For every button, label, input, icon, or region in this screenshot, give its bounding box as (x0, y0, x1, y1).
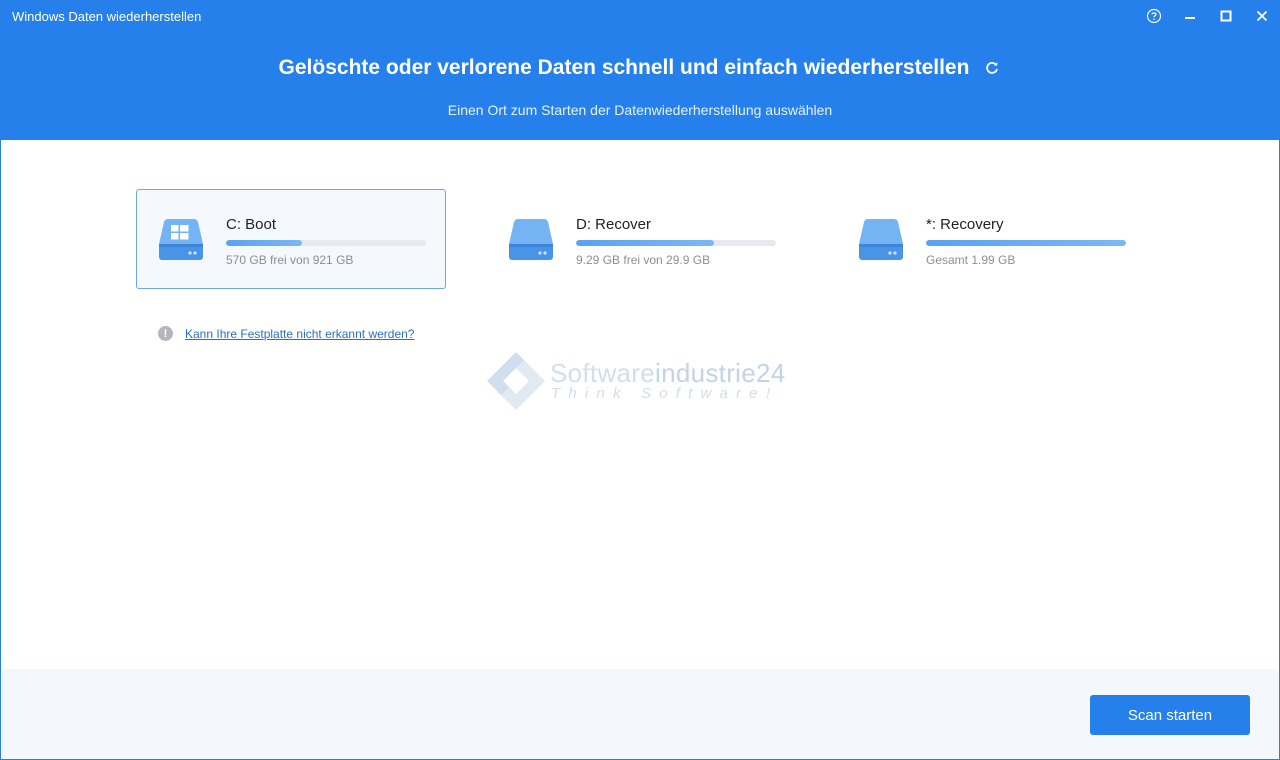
page-subtitle: Einen Ort zum Starten der Datenwiederher… (447, 102, 833, 118)
drive-name: *: Recovery (926, 216, 1004, 233)
drive-card-recovery[interactable]: *: Recovery Gesamt 1.99 GB (836, 189, 1146, 289)
info-icon: ! (158, 326, 173, 341)
drive-card-c[interactable]: C: Boot 570 GB frei von 921 GB (136, 189, 446, 289)
page-title: Gelöschte oder verlorene Daten schnell u… (278, 56, 970, 79)
header-banner: Windows Daten wiederherstellen Gelöschte… (1, 1, 1279, 140)
refresh-icon[interactable] (983, 59, 1001, 77)
drive-capacity: 9.29 GB frei von 29.9 GB (576, 253, 711, 267)
minimize-icon (1185, 17, 1195, 19)
drive-usage-fill (576, 240, 714, 246)
headline-row: Gelöschte oder verlorene Daten schnell u… (1, 56, 1279, 80)
footer-bar (1, 669, 1279, 759)
watermark-tagline: Think Software! (551, 385, 779, 402)
close-icon (1256, 10, 1268, 22)
drive-name: C: Boot (226, 216, 277, 233)
help-button[interactable] (1141, 5, 1167, 27)
drive-usage-bar (226, 240, 426, 246)
drive-capacity: Gesamt 1.99 GB (926, 253, 1016, 267)
drive-capacity: 570 GB frei von 921 GB (226, 253, 354, 267)
undetected-drive-link[interactable]: Kann Ihre Festplatte nicht erkannt werde… (185, 327, 414, 341)
drive-usage-bar (926, 240, 1126, 246)
close-button[interactable] (1249, 5, 1275, 27)
window-title: Windows Daten wiederherstellen (12, 9, 202, 24)
drive-name: D: Recover (576, 216, 652, 233)
drive-usage-bar (576, 240, 776, 246)
watermark: Softwareindustrie24 Think Software! (485, 350, 805, 414)
watermark-brand-part1: Software (550, 358, 656, 388)
watermark-logo-icon (487, 352, 545, 410)
maximize-icon (1220, 10, 1232, 22)
minimize-button[interactable] (1177, 5, 1203, 27)
maximize-button[interactable] (1213, 5, 1239, 27)
drive-card-d[interactable]: D: Recover 9.29 GB frei von 29.9 GB (486, 189, 796, 289)
drive-icon (509, 219, 553, 260)
drive-usage-fill (926, 240, 1126, 246)
drive-usage-fill (226, 240, 302, 246)
drive-icon (859, 219, 903, 260)
help-icon (1146, 8, 1162, 24)
windows-drive-icon (159, 219, 203, 260)
watermark-brand-part2: industrie24 (655, 358, 786, 388)
undetected-drive-hint: ! Kann Ihre Festplatte nicht erkannt wer… (158, 326, 414, 341)
app-window: Windows Daten wiederherstellen Gelöschte… (0, 0, 1280, 760)
scan-start-button[interactable]: Scan starten (1090, 695, 1250, 735)
